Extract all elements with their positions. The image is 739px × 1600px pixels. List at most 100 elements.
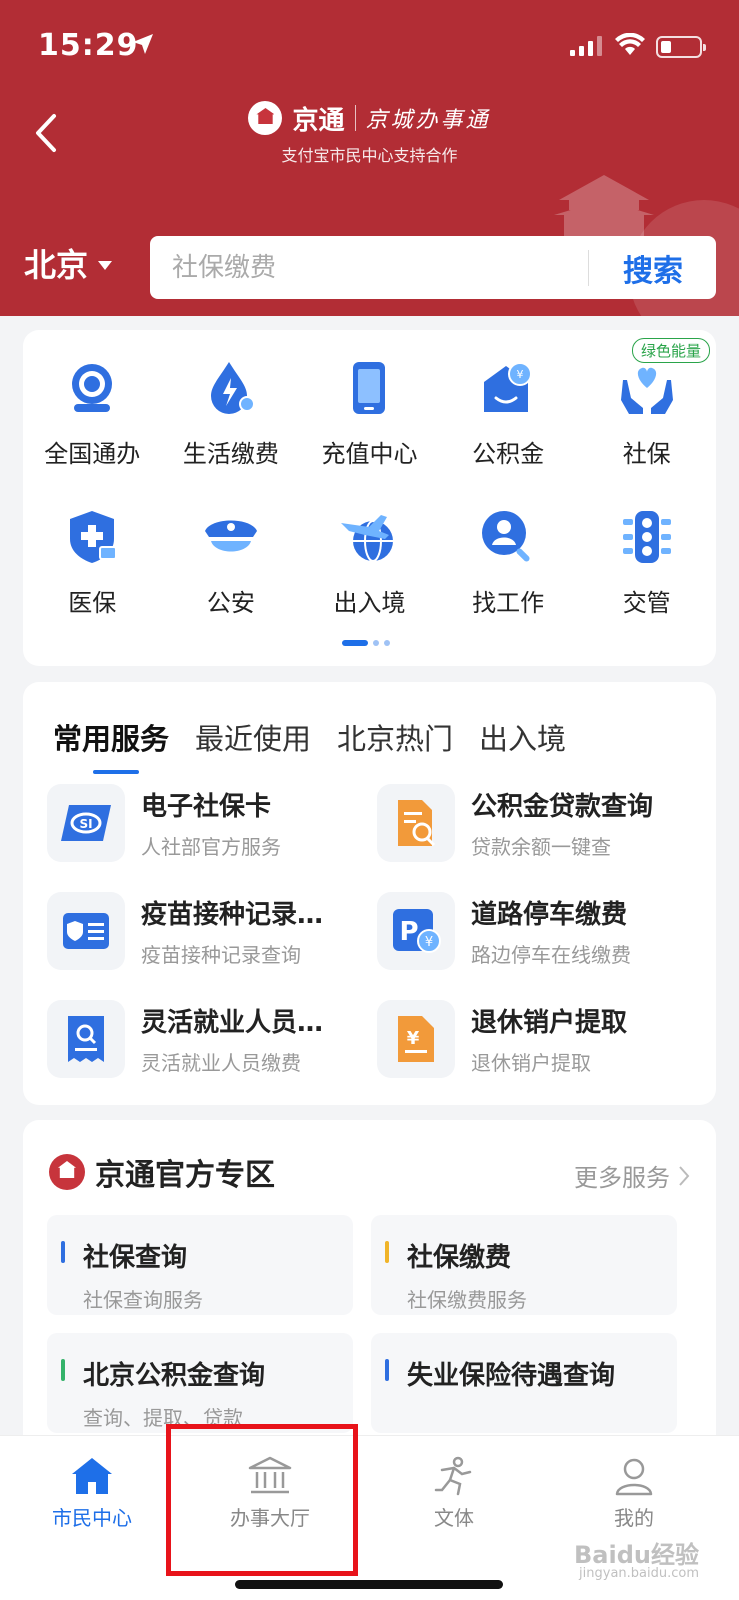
city-selector[interactable]: 北京 [24, 240, 113, 286]
svg-text:¥: ¥ [407, 1028, 420, 1049]
more-services-link[interactable]: 更多服务 [574, 1158, 690, 1193]
grid-item-chongzhizhongxin[interactable]: 充值中心 [300, 358, 439, 469]
grid-item-label: 充值中心 [321, 440, 418, 468]
green-energy-badge: 绿色能量 [631, 338, 710, 363]
nav-label: 市民中心 [52, 1506, 132, 1530]
heart-hands-icon [620, 367, 673, 414]
city-name: 北京 [24, 246, 89, 284]
vaccine-card-icon [63, 913, 109, 949]
svc-icon-wrap: P ¥ [377, 892, 455, 970]
service-title: 退休销户提取 [471, 1008, 628, 1038]
svc-icon-wrap [377, 784, 455, 862]
watermark-text: Baidu经验 [574, 1541, 699, 1569]
grid-item-gongan[interactable]: 公安 [162, 507, 301, 618]
home-indicator[interactable] [235, 1580, 503, 1589]
service-title: 公积金贷款查询 [471, 792, 654, 822]
official-item-social-query[interactable]: 社保查询 社保查询服务 [47, 1215, 353, 1315]
official-zone-header: 京通官方专区 [49, 1150, 275, 1194]
running-person-icon [434, 1456, 472, 1496]
parking-icon: P ¥ [393, 909, 441, 953]
housing-fund-icon: ¥ [484, 362, 533, 412]
grid-item-label: 交管 [622, 589, 671, 617]
caret-down-icon [98, 260, 113, 270]
grid-item-gongjijin[interactable]: ¥ 公积金 [439, 358, 578, 469]
grid-item-label: 全国通办 [44, 440, 141, 468]
location-arrow-icon [133, 34, 153, 54]
search-button[interactable]: 搜索 [590, 236, 716, 299]
grid-item-quanguotongban[interactable]: 全国通办 [23, 358, 162, 469]
grid-item-yibao[interactable]: 医保 [23, 507, 162, 618]
official-zone-title: 京通官方专区 [95, 1158, 275, 1193]
official-item-social-payment[interactable]: 社保缴费 社保缴费服务 [371, 1215, 677, 1315]
service-text: 退休销户提取 退休销户提取 [471, 1002, 681, 1076]
official-item-subtitle: 社保缴费服务 [407, 1288, 527, 1312]
service-subtitle: 人社部官方服务 [141, 835, 281, 859]
service-title: 电子社保卡 [141, 792, 272, 822]
watermark-url: jingyan.baidu.com [579, 1566, 699, 1581]
plane-globe-icon [341, 515, 394, 562]
grid-item-shenghuojiaofei[interactable]: 生活缴费 [162, 358, 301, 469]
common-services-card: 常用服务 最近使用 北京热门 出入境 SI 电子社保卡 人社部官方服务 公积金贷… [23, 682, 716, 1105]
official-item-title: 社保查询 [83, 1243, 188, 1273]
service-item-retirement[interactable]: ¥ 退休销户提取 退休销户提取 [377, 1000, 707, 1078]
svg-text:SI: SI [79, 817, 92, 831]
service-item-social-card[interactable]: SI 电子社保卡 人社部官方服务 [47, 784, 377, 862]
svg-text:P: P [399, 917, 418, 947]
nav-tab-mine[interactable]: 我的 [542, 1456, 726, 1531]
annotation-highlight-box [166, 1424, 358, 1576]
grid-item-churujing[interactable]: 出入境 [300, 507, 439, 618]
grid-item-zhaogongzuo[interactable]: 找工作 [439, 507, 578, 618]
grid-item-label: 出入境 [333, 589, 406, 617]
svc-icon-wrap: SI [47, 784, 125, 862]
service-text: 疫苗接种记录… 疫苗接种记录查询 [141, 894, 351, 968]
official-item-title: 失业保险待遇查询 [407, 1361, 616, 1391]
brand-subtitle: 支付宝市民中心支持合作 [281, 146, 458, 165]
doc-search-icon [398, 800, 436, 847]
tab-recent[interactable]: 最近使用 [195, 716, 311, 758]
category-grid: 全国通办 生活缴费 充值中心 ¥ 公积金 绿色能量 社保 医保 公安 出入境 找… [23, 338, 716, 618]
phone-icon [353, 362, 386, 414]
service-item-flexible-employment[interactable]: 灵活就业人员… 灵活就业人员缴费 [47, 1000, 377, 1078]
jingtong-logo-icon [248, 101, 283, 135]
service-item-fund-loan[interactable]: 公积金贷款查询 贷款余额一键查 [377, 784, 707, 862]
nav-label: 我的 [614, 1506, 654, 1530]
grid-item-label: 社保 [622, 440, 671, 468]
official-item-housing-fund-query[interactable]: 北京公积金查询 查询、提取、贷款 [47, 1333, 353, 1433]
official-services-grid: 社保查询 社保查询服务 社保缴费 社保缴费服务 北京公积金查询 查询、提取、贷款… [47, 1215, 677, 1433]
brand: 京通 京城办事通 支付宝市民中心支持合作 [0, 98, 739, 166]
official-item-unemployment-query[interactable]: 失业保险待遇查询 [371, 1333, 677, 1433]
receipt-search-icon [68, 1016, 104, 1062]
page-dot [384, 640, 390, 646]
service-item-vaccine[interactable]: 疫苗接种记录… 疫苗接种记录查询 [47, 892, 377, 970]
accent-bar [385, 1359, 389, 1381]
grid-item-label: 生活缴费 [182, 440, 279, 468]
accent-bar [385, 1241, 389, 1263]
service-title: 道路停车缴费 [471, 900, 628, 930]
search-box: 搜索 [150, 236, 716, 299]
traffic-light-icon [622, 511, 671, 563]
grid-item-jiaoguan[interactable]: 交管 [577, 507, 716, 618]
service-text: 灵活就业人员… 灵活就业人员缴费 [141, 1002, 351, 1076]
home-icon [72, 1458, 112, 1494]
search-input[interactable] [172, 236, 562, 299]
tab-entry-exit[interactable]: 出入境 [479, 716, 566, 758]
tab-beijing-hot[interactable]: 北京热门 [337, 716, 453, 758]
nav-tab-culture-sports[interactable]: 文体 [362, 1456, 546, 1531]
tab-common-services[interactable]: 常用服务 [53, 716, 169, 774]
official-item-title: 社保缴费 [407, 1243, 512, 1273]
chevron-right-icon [679, 1165, 690, 1186]
service-category-grid-card: 全国通办 生活缴费 充值中心 ¥ 公积金 绿色能量 社保 医保 公安 出入境 找… [23, 330, 716, 666]
brand-separator [354, 105, 356, 131]
service-item-parking[interactable]: P ¥ 道路停车缴费 路边停车在线缴费 [377, 892, 707, 970]
globe-service-icon [72, 364, 113, 412]
service-title: 灵活就业人员… [141, 1008, 324, 1038]
more-services-label: 更多服务 [574, 1164, 670, 1192]
svc-icon-wrap [47, 892, 125, 970]
service-subtitle: 疫苗接种记录查询 [141, 943, 301, 967]
nav-tab-citizen-center[interactable]: 市民中心 [0, 1456, 184, 1531]
grid-item-shebao[interactable]: 绿色能量 社保 [577, 338, 716, 469]
status-bar: 15:29 [0, 0, 739, 90]
nav-label: 文体 [434, 1506, 474, 1530]
grid-item-label: 公积金 [472, 440, 545, 468]
medical-shield-icon [70, 511, 118, 563]
